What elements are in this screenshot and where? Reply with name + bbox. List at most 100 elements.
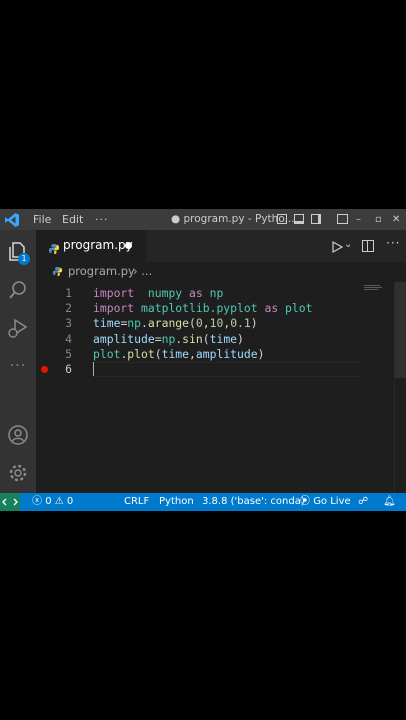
- vscode-logo-icon: [4, 209, 22, 230]
- title-bar: File Edit ··· ● program.py - Pytho... – …: [0, 209, 406, 230]
- code-token: amplitude: [93, 331, 155, 346]
- code-token: ): [250, 316, 258, 331]
- eol-selector[interactable]: CRLF: [124, 493, 149, 511]
- remote-indicator-icon[interactable]: [0, 493, 20, 511]
- run-options-chevron-icon[interactable]: ⌄: [344, 239, 352, 250]
- code-token: numpy: [147, 286, 183, 300]
- more-views-icon[interactable]: ···: [6, 354, 30, 378]
- code-line[interactable]: 2 import matplotlib.pyplot as plot: [36, 301, 366, 316]
- minimap[interactable]: [364, 285, 382, 293]
- breadcrumb-more[interactable]: ...: [141, 264, 152, 278]
- python-file-icon: [48, 240, 60, 254]
- run-python-file-icon[interactable]: [330, 239, 344, 254]
- code-token: time: [93, 316, 121, 331]
- language-mode[interactable]: Python: [159, 493, 194, 511]
- code-token: sin: [182, 331, 203, 346]
- problems-indicator[interactable]: ⓧ 0 ⚠ 0: [32, 493, 73, 511]
- line-number: 2: [65, 301, 72, 316]
- code-line[interactable]: 3 time=np.arange(0,10,0.1): [36, 316, 366, 331]
- code-token: =: [154, 331, 162, 346]
- code-token: 0: [195, 316, 203, 331]
- code-line[interactable]: 5 plot.plot(time,amplitude): [36, 347, 366, 362]
- code-token: plot: [93, 346, 121, 361]
- code-token: plot: [127, 346, 155, 361]
- status-bar: ⓧ 0 ⚠ 0 CRLF Python 3.8.8 ('base': conda…: [0, 493, 406, 511]
- interpreter-selector[interactable]: 3.8.8 ('base': conda): [202, 493, 305, 511]
- code-token: (: [154, 346, 162, 361]
- unsaved-dot-icon[interactable]: [125, 242, 132, 249]
- explorer-badge: 1: [18, 253, 30, 265]
- breadcrumb-separator: › ...: [133, 264, 153, 278]
- search-icon[interactable]: [6, 278, 30, 302]
- maximize-icon[interactable]: ▫: [375, 209, 382, 230]
- code-token: 10: [209, 316, 224, 331]
- code-token: .: [141, 316, 148, 331]
- customize-layout-icon[interactable]: [337, 214, 348, 224]
- editor-scrollbar[interactable]: [394, 282, 406, 493]
- code-editor[interactable]: 1 import numpy as np 2 import matplotlib.py…: [36, 282, 406, 493]
- line-number: 5: [65, 346, 72, 361]
- code-token: plot: [285, 301, 313, 316]
- menu-more-button[interactable]: ···: [95, 209, 109, 230]
- code-token: 0.1: [230, 316, 251, 331]
- line-number: 1: [65, 286, 72, 300]
- error-icon: ⓧ: [32, 496, 42, 507]
- go-live-label: Go Live: [313, 496, 351, 507]
- menu-edit[interactable]: Edit: [62, 209, 83, 230]
- settings-gear-icon[interactable]: [6, 461, 30, 485]
- code-line[interactable]: 4 amplitude=np.sin(time): [36, 332, 366, 347]
- code-token: ,: [202, 316, 210, 331]
- code-text: import numpy as np: [93, 286, 223, 301]
- warning-icon: ⚠: [54, 496, 64, 507]
- code-token: (: [189, 316, 196, 331]
- split-editor-icon[interactable]: [362, 240, 374, 252]
- line-number: 4: [65, 331, 72, 346]
- explorer-icon[interactable]: 1: [6, 240, 30, 265]
- code-token: as: [264, 301, 279, 316]
- code-line[interactable]: 6: [36, 362, 366, 377]
- editor-more-actions-icon[interactable]: ···: [386, 236, 400, 250]
- code-token: ,: [189, 346, 196, 361]
- code-text: import matplotlib.pyplot as plot: [93, 301, 312, 316]
- python-file-icon: [52, 266, 63, 277]
- text-cursor: [93, 362, 94, 376]
- toggle-panel-icon[interactable]: [294, 214, 304, 224]
- minimize-icon[interactable]: –: [356, 209, 361, 230]
- error-count: 0: [45, 496, 52, 507]
- broadcast-icon: ⦿: [300, 496, 310, 507]
- notifications-bell-icon[interactable]: 🔔︎: [383, 493, 396, 511]
- warning-count: 0: [66, 496, 74, 507]
- code-token: np: [161, 331, 176, 346]
- scrollbar-thumb[interactable]: [395, 282, 406, 378]
- tab-program-py[interactable]: program.py: [36, 230, 146, 262]
- activity-bar: 1 ···: [0, 230, 36, 493]
- toggle-secondary-sidebar-icon[interactable]: [311, 214, 321, 224]
- code-token: arange: [147, 316, 190, 331]
- breadcrumb: program.py › ...: [36, 262, 406, 282]
- tab-label: program.py: [63, 238, 133, 252]
- feedback-icon[interactable]: ☍: [358, 493, 368, 511]
- close-icon[interactable]: ✕: [392, 209, 400, 230]
- code-line[interactable]: 1 import numpy as np: [36, 286, 366, 301]
- code-token: time: [209, 331, 238, 346]
- code-token: np: [127, 316, 142, 331]
- menu-file[interactable]: File: [33, 209, 51, 230]
- line-number: 3: [65, 316, 72, 331]
- code-token: amplitude: [195, 346, 258, 361]
- run-debug-icon[interactable]: [6, 316, 30, 340]
- code-token: ): [257, 346, 265, 361]
- vscode-window: File Edit ··· ● program.py - Pytho... – …: [0, 209, 406, 511]
- code-text: amplitude=np.sin(time): [93, 332, 244, 347]
- toggle-sidebar-icon[interactable]: [277, 214, 287, 224]
- go-live-button[interactable]: ⦿ Go Live: [300, 493, 351, 511]
- code-token: import: [93, 286, 135, 300]
- current-line-highlight: [93, 362, 362, 377]
- editor-tab-strip: program.py ⌄ ···: [36, 230, 406, 262]
- line-number: 6: [65, 362, 72, 376]
- breadcrumb-file[interactable]: program.py: [68, 264, 135, 278]
- code-token: ): [237, 331, 244, 346]
- account-icon[interactable]: [6, 423, 30, 447]
